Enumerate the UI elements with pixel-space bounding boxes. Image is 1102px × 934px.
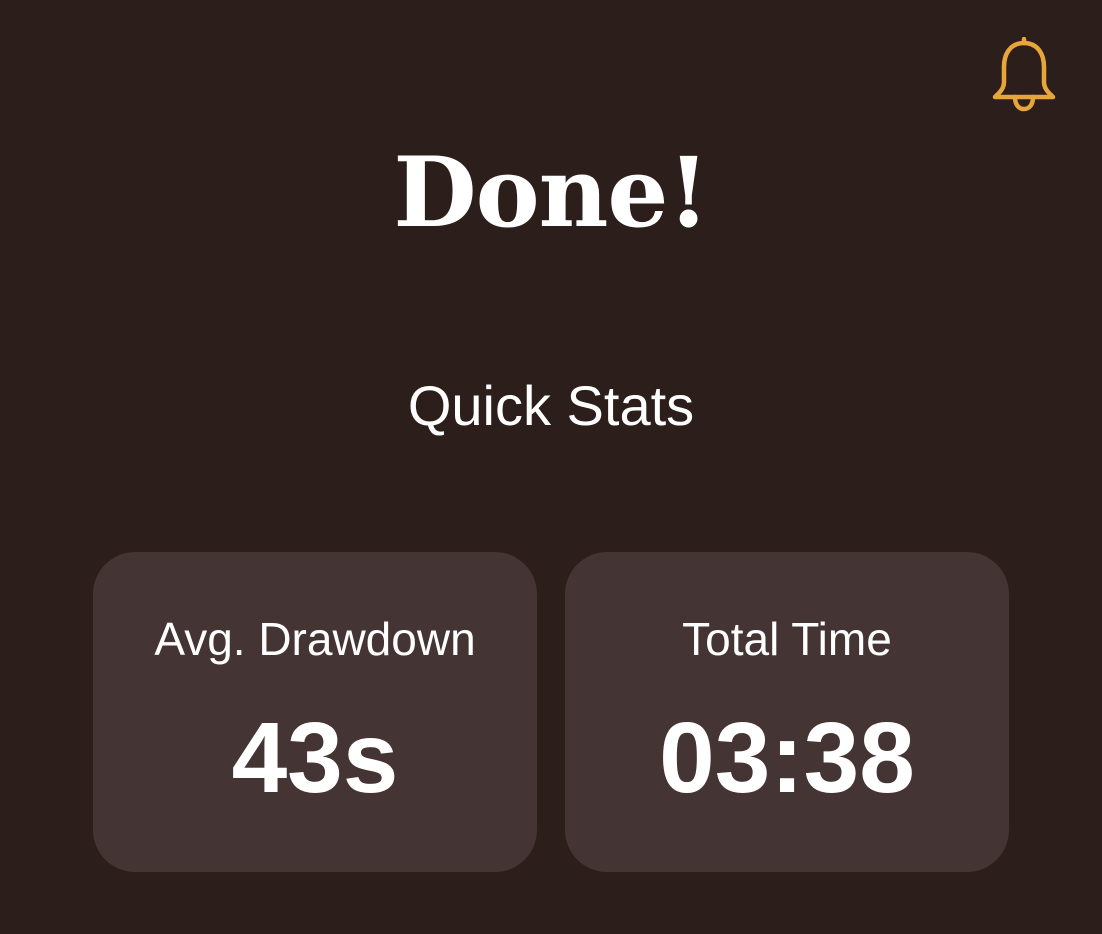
stat-value: 43s bbox=[231, 702, 399, 814]
stat-value: 03:38 bbox=[659, 702, 915, 814]
stat-label: Total Time bbox=[682, 613, 892, 665]
bell-icon bbox=[992, 37, 1056, 112]
stat-card-avg-drawdown: Avg. Drawdown 43s bbox=[93, 552, 537, 872]
stat-label: Avg. Drawdown bbox=[154, 613, 476, 665]
section-title: Quick Stats bbox=[407, 374, 695, 437]
stat-card-total-time: Total Time 03:38 bbox=[565, 552, 1009, 872]
stats-cards: Avg. Drawdown 43s Total Time 03:38 bbox=[93, 552, 1009, 872]
notifications-button[interactable] bbox=[986, 36, 1062, 114]
page-title: Done! bbox=[393, 136, 709, 249]
